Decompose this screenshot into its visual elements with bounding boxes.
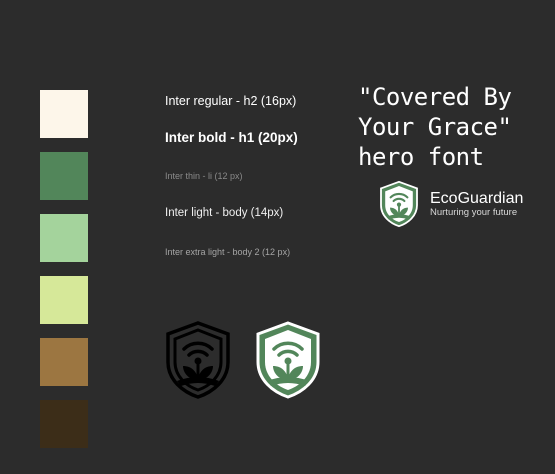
type-sample-body2: Inter extra light - body 2 (12 px) bbox=[165, 247, 291, 257]
hero-line-3: hero font bbox=[358, 143, 484, 171]
swatch-forest-green bbox=[40, 152, 88, 200]
swatch-dark-brown bbox=[40, 400, 88, 448]
swatch-brown bbox=[40, 338, 88, 386]
hero-line-2: Your Grace" bbox=[358, 113, 512, 141]
swatch-light-green bbox=[40, 214, 88, 262]
logo-color-icon bbox=[256, 321, 320, 399]
type-sample-body: Inter light - body (14px) bbox=[165, 207, 284, 219]
type-sample-h1: Inter bold - h1 (20px) bbox=[165, 130, 298, 145]
swatch-lime bbox=[40, 276, 88, 324]
swatch-cream bbox=[40, 90, 88, 138]
type-sample-h2: Inter regular - h2 (16px) bbox=[165, 94, 297, 108]
hero-line-1: "Covered By bbox=[358, 83, 512, 111]
type-sample-li: Inter thin - li (12 px) bbox=[165, 171, 243, 181]
brand-name: EcoGuardian bbox=[430, 190, 524, 207]
brand-tagline: Nurturing your future bbox=[430, 207, 518, 218]
hero-font-sample: "Covered By Your Grace" hero font bbox=[358, 82, 548, 172]
brand-logo-icon bbox=[380, 180, 418, 228]
logo-dark-icon bbox=[166, 321, 230, 399]
